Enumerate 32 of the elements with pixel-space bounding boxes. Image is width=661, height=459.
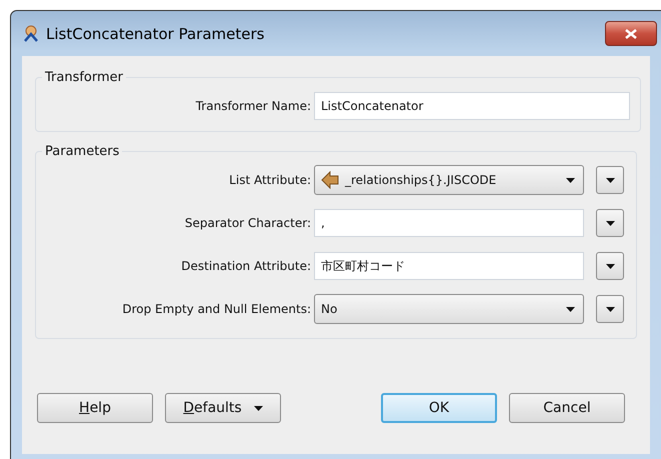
close-button[interactable] — [605, 21, 657, 46]
field-label: Separator Character: — [184, 216, 312, 230]
caret-icon — [606, 264, 614, 268]
caret-icon — [606, 220, 614, 226]
cancel-button[interactable]: Cancel — [509, 393, 625, 423]
caret-icon — [254, 406, 263, 410]
attribute-arrow-icon — [321, 171, 339, 189]
field-label: Destination Attribute: — [180, 259, 312, 273]
group-title: Transformer — [44, 70, 124, 85]
caret-icon — [606, 306, 614, 312]
options-button[interactable] — [596, 209, 624, 237]
dropdown[interactable]: No — [314, 294, 584, 324]
group-title: Parameters — [44, 144, 120, 159]
attribute-dropdown[interactable]: _relationships{}.JISCODE — [314, 165, 584, 195]
defaults-button[interactable]: Defaults — [165, 393, 281, 423]
options-button[interactable] — [596, 166, 624, 194]
caret-icon — [566, 178, 575, 182]
window-title: ListConcatenator Parameters — [46, 24, 266, 42]
caret-icon — [606, 178, 614, 182]
text-field[interactable]: , — [314, 209, 584, 237]
options-button[interactable] — [596, 295, 624, 323]
ok-button[interactable]: OK — [381, 393, 497, 423]
close-icon — [624, 28, 638, 38]
caret-icon — [566, 306, 575, 312]
help-button[interactable]: Help — [37, 393, 153, 423]
transformer-icon — [22, 24, 40, 42]
text-field[interactable]: 市区町村コード — [314, 252, 584, 280]
field-label: Transformer Name: — [194, 99, 312, 113]
transformer-name-field[interactable]: ListConcatenator — [314, 92, 630, 120]
options-button[interactable] — [596, 252, 624, 280]
field-label: List Attribute: — [228, 173, 312, 187]
field-label: Drop Empty and Null Elements: — [121, 302, 312, 316]
